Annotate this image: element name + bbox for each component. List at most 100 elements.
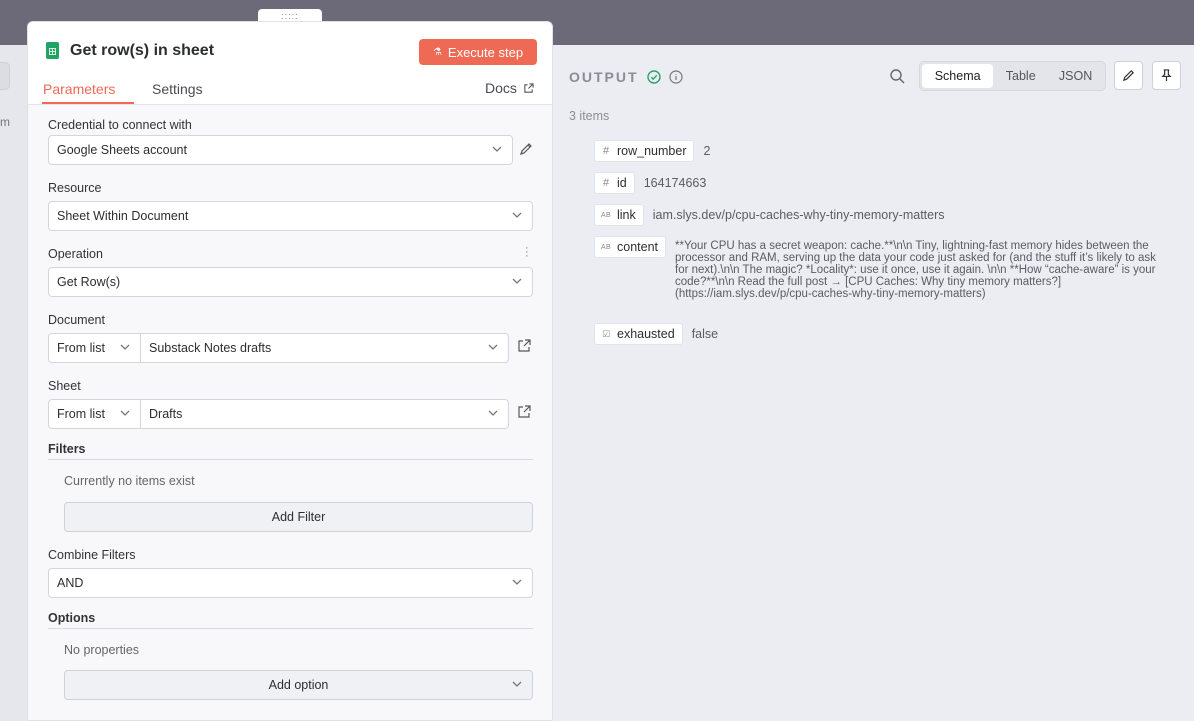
external-link-icon — [524, 82, 534, 93]
field-name: content — [617, 240, 659, 254]
schema-field-tag[interactable]: AB content — [594, 236, 667, 258]
view-json[interactable]: JSON — [1048, 64, 1103, 88]
options-label: Options — [48, 611, 96, 625]
field-name: id — [617, 176, 627, 190]
field-value: **Your CPU has a secret weapon: cache.**… — [675, 240, 1156, 300]
docs-label: Docs — [485, 80, 517, 96]
active-tab-indicator — [42, 102, 134, 104]
schema-field-tag[interactable]: # row_number — [594, 140, 695, 162]
add-option-button[interactable]: Add option — [64, 670, 533, 700]
sheet-select[interactable]: Drafts — [141, 400, 508, 428]
chevron-down-icon — [512, 212, 522, 218]
operation-label: Operation — [48, 247, 103, 261]
google-sheets-icon — [46, 42, 59, 59]
open-document-external-icon[interactable] — [517, 339, 531, 353]
chevron-down-icon — [120, 410, 130, 416]
execute-step-label: Execute step — [447, 44, 524, 60]
options-divider — [48, 628, 533, 629]
node-title[interactable]: Get row(s) in sheet — [70, 42, 214, 60]
docs-link[interactable]: Docs — [485, 80, 534, 96]
flask-icon: ⚗ — [432, 46, 442, 58]
resource-value: Sheet Within Document — [57, 209, 189, 223]
tab-settings[interactable]: Settings — [152, 81, 203, 97]
field-value: 164174663 — [643, 176, 707, 190]
document-select[interactable]: Substack Notes drafts — [141, 334, 508, 362]
field-value: iam.slys.dev/p/cpu-caches-why-tiny-memor… — [652, 208, 945, 222]
document-label: Document — [48, 313, 105, 327]
output-title: OUTPUT — [569, 69, 639, 85]
chevron-down-icon — [512, 278, 522, 284]
field-name: link — [617, 208, 636, 222]
input-collapse-handle[interactable] — [0, 62, 10, 90]
schema-field-row: AB content **Your CPU has a secret weapo… — [594, 236, 1170, 300]
credential-select[interactable]: Google Sheets account — [48, 135, 513, 165]
node-parameters-panel: Get row(s) in sheet ⚗ Execute step Param… — [27, 21, 553, 721]
edit-output-button[interactable] — [1114, 61, 1143, 90]
pin-icon — [1161, 69, 1172, 82]
boolean-type-icon: ☑ — [601, 328, 611, 339]
operation-value: Get Row(s) — [57, 275, 121, 289]
combine-filters-select[interactable]: AND — [48, 568, 533, 598]
input-panel-edge: m — [0, 45, 27, 721]
filters-empty-text: Currently no items exist — [64, 474, 195, 488]
view-table[interactable]: Table — [993, 64, 1048, 88]
combine-filters-value: AND — [57, 576, 84, 590]
chevron-down-icon — [492, 146, 502, 152]
search-icon[interactable] — [889, 68, 905, 84]
options-kebab-icon[interactable]: · · · — [525, 243, 529, 262]
field-name: row_number — [617, 144, 687, 158]
credential-value: Google Sheets account — [57, 143, 187, 157]
info-icon[interactable] — [668, 70, 683, 84]
schema-field-row: # row_number 2 — [594, 140, 710, 162]
field-value: false — [691, 327, 719, 341]
filters-divider — [48, 459, 533, 460]
document-mode-value: From list — [57, 341, 105, 355]
pencil-icon — [1122, 70, 1134, 82]
sheet-mode-select[interactable]: From list — [49, 400, 141, 428]
chevron-down-icon — [488, 344, 498, 350]
document-value: Substack Notes drafts — [149, 341, 272, 355]
sheet-label: Sheet — [48, 379, 81, 393]
view-schema[interactable]: Schema — [922, 64, 994, 88]
resource-select[interactable]: Sheet Within Document — [48, 201, 533, 231]
edit-credential-pencil-icon[interactable] — [519, 142, 533, 156]
operation-select[interactable]: Get Row(s) — [48, 267, 533, 297]
chevron-down-icon — [120, 344, 130, 350]
string-type-icon: AB — [601, 211, 611, 219]
resource-label: Resource — [48, 181, 102, 195]
filters-label: Filters — [48, 442, 86, 456]
chevron-down-icon — [512, 681, 522, 687]
panel-header: Get row(s) in sheet ⚗ Execute step Param… — [28, 22, 552, 105]
sheet-value: Drafts — [149, 407, 183, 421]
sheet-mode-value: From list — [57, 407, 105, 421]
output-header: OUTPUT — [569, 69, 683, 85]
string-type-icon: AB — [601, 243, 611, 251]
item-count: 3 items — [569, 109, 610, 123]
schema-field-tag[interactable]: ☑ exhausted — [594, 323, 683, 345]
number-type-icon: # — [602, 145, 610, 157]
number-type-icon: # — [602, 177, 610, 189]
document-mode-select[interactable]: From list — [49, 334, 141, 362]
sheet-picker: From list Drafts — [48, 399, 509, 429]
input-panel-fragment: m — [0, 115, 10, 129]
combine-filters-label: Combine Filters — [48, 548, 136, 562]
schema-field-row: ☑ exhausted false — [594, 323, 718, 345]
open-sheet-external-icon[interactable] — [517, 405, 531, 419]
credential-label: Credential to connect with — [48, 118, 192, 132]
chevron-down-icon — [512, 579, 522, 585]
pin-output-button[interactable] — [1152, 61, 1181, 90]
add-option-label: Add option — [268, 678, 329, 692]
document-picker: From list Substack Notes drafts — [48, 333, 509, 363]
field-value: 2 — [703, 144, 711, 158]
execute-step-button[interactable]: ⚗ Execute step — [419, 39, 537, 65]
add-filter-button[interactable]: Add Filter — [64, 502, 533, 532]
field-name: exhausted — [617, 327, 675, 341]
options-empty-text: No properties — [64, 643, 140, 657]
tab-parameters[interactable]: Parameters — [43, 81, 115, 97]
schema-field-tag[interactable]: AB link — [594, 204, 644, 226]
output-view-switcher: Schema Table JSON — [919, 61, 1106, 91]
chevron-down-icon — [488, 410, 498, 416]
schema-field-row: # id 164174663 — [594, 172, 706, 194]
success-check-icon — [646, 70, 661, 84]
schema-field-tag[interactable]: # id — [594, 172, 635, 194]
